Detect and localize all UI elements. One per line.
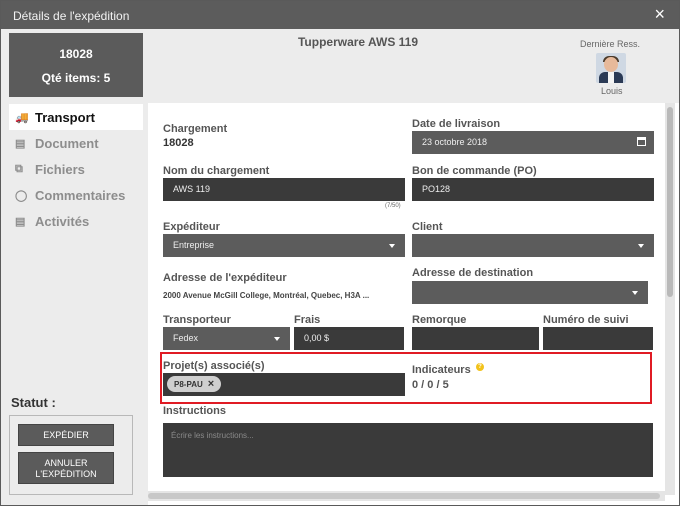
sidebar-item-label: Document [35,135,99,151]
projets-label: Projet(s) associé(s) [163,360,265,372]
sidebar: 18028 Qté items: 5 🚚 Transport ▤ Documen… [1,29,148,505]
instructions-label: Instructions [163,405,226,417]
document-icon: ▤ [15,137,26,150]
load-name-field[interactable]: AWS 119 [163,178,405,201]
shipment-summary-box: 18028 Qté items: 5 [9,33,143,97]
transporteur-label: Transporteur [163,314,231,326]
tracking-number-field[interactable] [543,327,653,350]
expediteur-label: Expéditeur [163,221,220,233]
cancel-shipment-button[interactable]: ANNULER L'EXPÉDITION [18,452,114,484]
sidebar-item-activites[interactable]: ▤ Activités [9,208,143,234]
suivi-label: Numéro de suivi [543,314,629,326]
project-tag: P8-PAU × [167,376,222,392]
indicateurs-label: Indicateurs [412,364,471,376]
page-title: Tupperware AWS 119 [297,35,419,49]
dialog-title: Détails de l'expédition [13,9,130,23]
sidebar-item-document[interactable]: ▤ Document [9,130,143,156]
shipment-number: 18028 [59,47,93,61]
title-bar: Détails de l'expédition × [1,1,679,29]
instructions-textarea[interactable]: Écrire les instructions... [163,423,653,477]
items-count: Qté items: 5 [41,71,111,85]
close-icon[interactable]: × [654,5,665,23]
main-panel: Tupperware AWS 119 Dernière Ress. Louis … [148,29,679,505]
sidebar-item-label: Activités [35,213,90,229]
destination-select[interactable] [412,281,648,304]
carrier-select[interactable]: Fedex [163,327,290,350]
fees-field[interactable]: 0,00 $ [294,327,404,350]
sidebar-nav: 🚚 Transport ▤ Document ⧉ Fichiers ◯ Comm… [9,104,143,234]
chargement-value: 18028 [163,137,194,149]
status-actions: EXPÉDIER ANNULER L'EXPÉDITION [9,415,133,495]
nom-label: Nom du chargement [163,165,270,177]
cancel-shipment-label-line2: L'EXPÉDITION [35,469,97,479]
shipper-select[interactable]: Entreprise [163,234,405,257]
adresse-dest-label: Adresse de destination [412,267,534,279]
date-label: Date de livraison [412,118,501,130]
sidebar-item-transport[interactable]: 🚚 Transport [9,104,143,130]
last-resource-label: Dernière Ress. [580,39,641,49]
calendar-icon[interactable] [637,137,646,146]
sidebar-item-label: Fichiers [35,161,85,177]
indicators-value: 0 / 0 / 5 [412,379,449,391]
frais-label: Frais [294,314,321,326]
sidebar-item-label: Transport [35,109,95,125]
remove-tag-icon[interactable]: × [208,379,214,390]
remorque-label: Remorque [412,314,467,326]
chargement-label: Chargement [163,123,228,135]
horizontal-scrollbar[interactable] [148,491,665,501]
sidebar-item-label: Commentaires [35,187,126,203]
ship-button[interactable]: EXPÉDIER [18,424,114,446]
project-tag-label: P8-PAU [174,379,203,389]
files-icon: ⧉ [15,162,23,175]
char-counter: (7/50) [385,203,401,209]
scroll-thumb[interactable] [667,107,673,297]
shipper-address: 2000 Avenue McGill College, Montréal, Qu… [163,291,370,300]
comments-icon: ◯ [15,189,28,202]
po-label: Bon de commande (PO) [412,165,537,177]
help-icon[interactable]: ? [476,363,484,371]
trailer-field[interactable] [412,327,539,350]
main-header: Tupperware AWS 119 Dernière Ress. Louis [148,29,679,103]
sidebar-item-commentaires[interactable]: ◯ Commentaires [9,182,143,208]
shipment-details-dialog: Détails de l'expédition × 18028 Qté item… [0,0,680,506]
vertical-scrollbar[interactable] [665,103,675,495]
status-label: Statut : [11,395,56,410]
cancel-shipment-label-line1: ANNULER [44,458,88,468]
sidebar-item-fichiers[interactable]: ⧉ Fichiers [9,156,143,182]
delivery-date-value: 23 octobre 2018 [422,137,488,147]
avatar[interactable] [596,53,626,83]
client-select[interactable] [412,234,654,257]
avatar-name: Louis [601,86,623,96]
client-label: Client [412,221,443,233]
po-field[interactable]: PO128 [412,178,654,201]
delivery-date-field[interactable]: 23 octobre 2018 [412,131,654,154]
activities-icon: ▤ [15,215,26,228]
truck-icon: 🚚 [15,111,29,124]
scroll-thumb[interactable] [148,493,660,499]
adresse-exp-label: Adresse de l'expéditeur [163,272,287,284]
